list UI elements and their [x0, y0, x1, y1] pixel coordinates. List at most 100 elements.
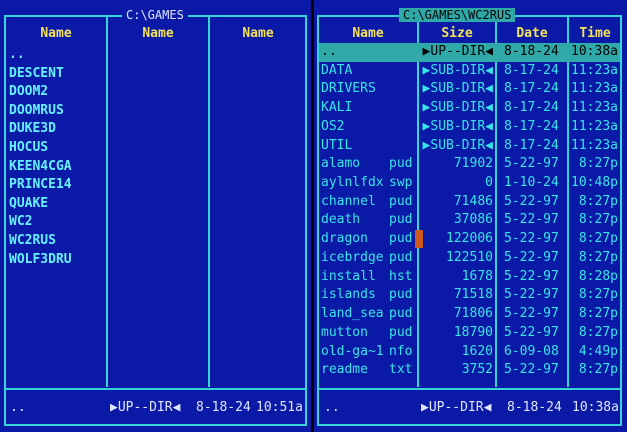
right-list-row[interactable]: land_sea pud 71806 5-22-97 8:27p: [314, 305, 627, 324]
row-name: install: [321, 268, 376, 284]
right-list-row[interactable]: old-ga~1 nfo 1620 6-09-08 4:49p: [314, 343, 627, 362]
row-ext: nfo: [389, 343, 413, 359]
row-name: mutton: [321, 324, 368, 340]
right-list-row[interactable]: icebrdge pud 122510 5-22-97 8:27p: [314, 249, 627, 268]
left-list-item[interactable]: WC2RUS: [0, 232, 311, 251]
row-ext: pud: [389, 324, 413, 340]
left-status-divider: [5, 388, 306, 389]
row-time: 8:27p: [578, 306, 618, 322]
row-ext: pud: [389, 156, 413, 172]
left-list-item[interactable]: HOCUS: [0, 139, 311, 158]
row-size: ▶SUB-DIR◀: [422, 137, 493, 153]
left-list-item[interactable]: QUAKE: [0, 195, 311, 214]
right-panel-path[interactable]: C:\GAMES\WC2RUS: [399, 8, 516, 22]
left-item-name: WC2: [9, 214, 33, 230]
row-name: ..: [321, 44, 337, 59]
right-list-row[interactable]: DATA ▶SUB-DIR◀ 8-17-24 11:23a: [314, 62, 627, 81]
row-date: 5-22-97: [504, 212, 559, 228]
left-list-item[interactable]: PRINCE14: [0, 176, 311, 195]
left-item-name: WOLF3DRU: [9, 251, 72, 267]
row-size: 122510: [446, 249, 493, 265]
left-status-name: ..: [10, 400, 26, 415]
row-time: 11:23a: [571, 118, 618, 134]
row-date: 5-22-97: [504, 362, 559, 378]
left-list-item[interactable]: DESCENT: [0, 65, 311, 84]
left-column-header-3[interactable]: Name: [212, 27, 304, 41]
row-time: 10:48p: [571, 175, 618, 191]
right-header-size[interactable]: Size: [420, 27, 494, 41]
left-list-item[interactable]: DOOM2: [0, 83, 311, 102]
left-list-item[interactable]: DUKE3D: [0, 120, 311, 139]
left-list-item[interactable]: ..: [0, 46, 311, 65]
left-status-size: ▶UP--DIR◀: [110, 400, 181, 415]
row-name: UTIL: [321, 137, 353, 153]
row-date: 8-17-24: [504, 81, 559, 97]
right-header-time[interactable]: Time: [570, 27, 620, 41]
left-list-item[interactable]: WC2: [0, 213, 311, 232]
row-size: ▶SUB-DIR◀: [422, 100, 493, 116]
right-status-size: ▶UP--DIR◀: [421, 400, 492, 415]
row-name: land_sea: [321, 306, 384, 322]
row-size: 71806: [453, 306, 493, 322]
right-list-row[interactable]: OS2 ▶SUB-DIR◀ 8-17-24 11:23a: [314, 118, 627, 137]
row-time: 11:23a: [571, 62, 618, 78]
right-list-row[interactable]: DRIVERS ▶SUB-DIR◀ 8-17-24 11:23a: [314, 80, 627, 99]
right-header-name[interactable]: Name: [320, 27, 416, 41]
row-date: 1-10-24: [504, 175, 559, 191]
row-time: 8:27p: [578, 287, 618, 303]
right-list-row[interactable]: mutton pud 18790 5-22-97 8:27p: [314, 324, 627, 343]
left-item-name: DESCENT: [9, 65, 64, 81]
right-list-row[interactable]: install hst 1678 5-22-97 8:28p: [314, 268, 627, 287]
right-list-row[interactable]: dragon pud 122006 5-22-97 8:27p: [314, 230, 627, 249]
row-size: 71902: [453, 156, 493, 172]
left-status-date: 8-18-24: [196, 400, 251, 415]
row-size: 122006: [446, 231, 493, 247]
row-size: 71486: [453, 193, 493, 209]
right-list-row[interactable]: islands pud 71518 5-22-97 8:27p: [314, 286, 627, 305]
row-date: 8-17-24: [504, 100, 559, 116]
right-list-row[interactable]: readme txt 3752 5-22-97 8:27p: [314, 361, 627, 380]
right-list-row[interactable]: alamo pud 71902 5-22-97 8:27p: [314, 155, 627, 174]
right-list-row[interactable]: KALI ▶SUB-DIR◀ 8-17-24 11:23a: [314, 99, 627, 118]
row-name: readme: [321, 362, 368, 378]
left-column-header-1[interactable]: Name: [8, 27, 104, 41]
left-item-name: KEEN4CGA: [9, 158, 72, 174]
row-date: 5-22-97: [504, 193, 559, 209]
row-time: 8:27p: [578, 193, 618, 209]
row-time: 10:38a: [571, 44, 618, 59]
row-size: ▶SUB-DIR◀: [422, 62, 493, 78]
row-name: islands: [321, 287, 376, 303]
right-status-time: 10:38a: [572, 400, 619, 415]
row-date: 8-17-24: [504, 118, 559, 134]
row-time: 8:27p: [578, 156, 618, 172]
row-time: 8:27p: [578, 324, 618, 340]
row-name: KALI: [321, 100, 353, 116]
row-time: 8:28p: [578, 268, 618, 284]
row-time: 8:27p: [578, 249, 618, 265]
row-name: alamo: [321, 156, 361, 172]
left-list-item[interactable]: KEEN4CGA: [0, 158, 311, 177]
row-size: 1620: [461, 343, 493, 359]
row-name: DRIVERS: [321, 81, 376, 97]
row-time: 11:23a: [571, 100, 618, 116]
right-list-row[interactable]: channel pud 71486 5-22-97 8:27p: [314, 193, 627, 212]
row-date: 5-22-97: [504, 231, 559, 247]
left-list-item[interactable]: WOLF3DRU: [0, 251, 311, 270]
right-header-date[interactable]: Date: [498, 27, 566, 41]
right-status-date: 8-18-24: [507, 400, 562, 415]
right-list-row[interactable]: death pud 37086 5-22-97 8:27p: [314, 211, 627, 230]
right-list-row[interactable]: UTIL ▶SUB-DIR◀ 8-17-24 11:23a: [314, 137, 627, 156]
row-name: aylnlfdx: [321, 175, 384, 191]
left-list-item[interactable]: DOOMRUS: [0, 102, 311, 121]
row-ext: pud: [389, 193, 413, 209]
left-panel-path[interactable]: C:\GAMES: [122, 8, 188, 22]
left-column-header-2[interactable]: Name: [110, 27, 206, 41]
selection-marker: [415, 230, 423, 249]
left-item-name: DOOMRUS: [9, 102, 64, 118]
right-list-cursor-row[interactable]: .. ▶UP--DIR◀ 8-18-24 10:38a: [319, 43, 620, 62]
right-list-row[interactable]: aylnlfdx swp 0 1-10-24 10:48p: [314, 174, 627, 193]
right-panel: C:\GAMES\WC2RUS Name Size Date Time .. ▶U…: [314, 0, 627, 432]
left-status-time: 10:51a: [256, 400, 303, 415]
row-size: 0: [485, 175, 493, 191]
row-ext: pud: [389, 231, 413, 247]
